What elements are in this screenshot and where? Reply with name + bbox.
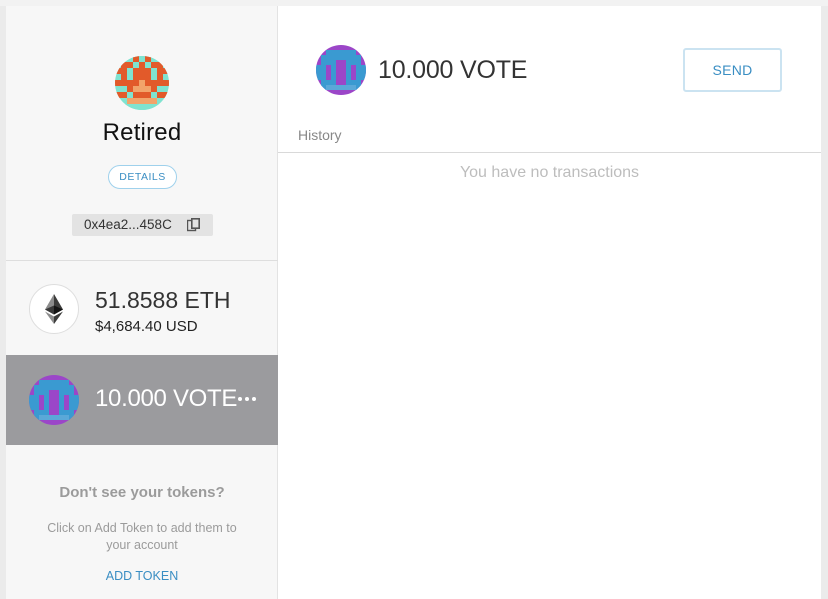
account-panel: Retired DETAILS 0x4ea2...458C [6, 6, 278, 261]
copy-icon[interactable] [186, 218, 201, 233]
token-detail-panel: 10.000 VOTE SEND History You have no tra… [278, 6, 821, 599]
vote-token-identicon [29, 375, 79, 425]
send-button[interactable]: SEND [683, 48, 782, 92]
account-address[interactable]: 0x4ea2...458C [72, 214, 213, 236]
token-row-vote[interactable]: 10.000 VOTE [6, 355, 278, 445]
more-dots-icon[interactable] [237, 391, 257, 407]
add-token-hint: Click on Add Token to add them to your a… [47, 521, 237, 552]
selected-token-balance: 10.000 VOTE [378, 56, 528, 84]
vote-balance: 10.000 VOTE [95, 385, 238, 412]
divider [278, 152, 821, 153]
add-token-link[interactable]: ADD TOKEN [6, 569, 278, 583]
account-name: Retired [102, 119, 182, 146]
eth-fiat-balance: $4,684.40 USD [95, 318, 198, 335]
vote-token-identicon [316, 45, 366, 95]
history-heading: History [298, 127, 342, 143]
details-button[interactable]: DETAILS [108, 165, 177, 189]
token-row-eth[interactable]: 51.8588 ETH $4,684.40 USD [6, 262, 278, 354]
ethereum-icon [29, 284, 79, 334]
eth-balance: 51.8588 ETH [95, 287, 231, 313]
dont-see-tokens-heading: Don't see your tokens? [59, 484, 225, 501]
sidebar: Retired DETAILS 0x4ea2...458C 51.8588 ET… [6, 6, 278, 599]
empty-transactions-message: You have no transactions [459, 164, 640, 181]
wallet-frame: Retired DETAILS 0x4ea2...458C 51.8588 ET… [6, 6, 821, 599]
account-avatar [115, 56, 169, 110]
account-address-text: 0x4ea2...458C [84, 217, 172, 232]
